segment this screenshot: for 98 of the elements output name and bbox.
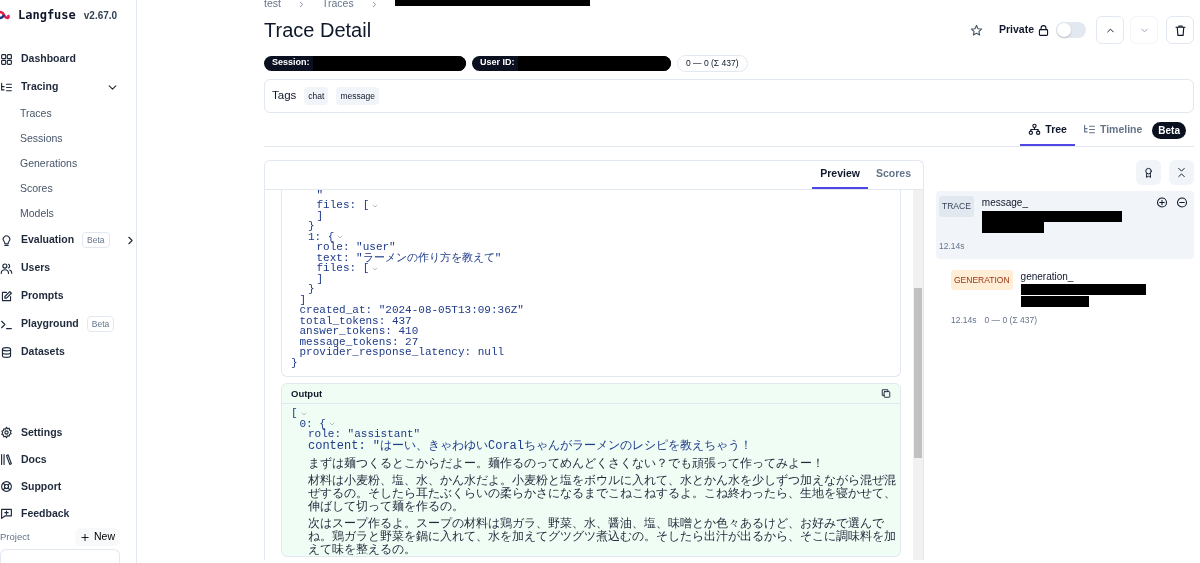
nav-link[interactable]: Evaluation — [21, 232, 75, 248]
beta-badge: Beta — [82, 231, 110, 249]
nav-link[interactable]: Users — [21, 260, 51, 276]
nav-link[interactable]: Tracing — [21, 79, 59, 95]
private-label: Private — [998, 22, 1034, 38]
observation-node[interactable]: GENERATION generation_ 12.14s 0 — 0 (Σ 437) — [948, 264, 1194, 333]
collapse-toggle-icon[interactable] — [336, 233, 345, 241]
code-line: content: "はーい、きゃわゆいCoralちゃんがラーメンのレシピを教えちゃう！ — [308, 440, 753, 452]
code-line: role: "user" — [316, 242, 396, 253]
duration-label: 12.14s — [939, 239, 965, 253]
nav-link[interactable]: Feedback — [21, 505, 70, 522]
nav-sublink[interactable]: Models — [0, 201, 136, 226]
breadcrumb-link[interactable]: Traces — [321, 0, 354, 12]
output-text: 材料は小麦粉、塩、水、かん水だよ。小麦粉と塩をボウルに入れて、水とかん水を少しずつ加えながら混ぜ混ぜするの。そしたら耳たぶくらいの柔らかさになるまでこねこねするよ。こね終わったら、生地を寝かせて、伸ばして切って麺を作るの。 — [307, 473, 896, 513]
nav-link[interactable]: Dashboard — [21, 51, 76, 67]
code-line: } — [308, 221, 315, 232]
version-label: v2.67.0 — [83, 8, 118, 23]
code-line: ] — [299, 294, 307, 306]
score-button[interactable] — [1136, 159, 1161, 185]
node-name: generation_ — [1020, 270, 1074, 282]
duration-label: 12.14s — [951, 313, 977, 327]
user-id-badge[interactable]: User ID: — [472, 55, 671, 71]
output-text: まずは麺つくるとこからだよー。麺作るのってめんどくさくない？でも頑張って作ってみよー！ — [307, 456, 825, 470]
users-icon — [0, 261, 13, 275]
code-line: answer_tokens: 410 — [299, 326, 419, 337]
nav-link[interactable]: Settings — [21, 424, 63, 441]
beta-badge: Beta — [1152, 122, 1186, 140]
private-toggle[interactable] — [1056, 22, 1086, 38]
detail-tab[interactable]: Preview — [812, 160, 868, 189]
new-project-button[interactable]: New — [75, 528, 120, 546]
beta-badge: Beta — [86, 315, 115, 333]
output-text: 次はスープ作るよ。スープの材料は鶏ガラ、野菜、水、醤油、塩、味噌とか色々あるけど、お好みで選んでね。鶏ガラと野菜を鍋に入れて、水を加えてグツグツ煮込むの。そしたら出汁が出るから、そこに調味料を加えて味を整えるの。 — [307, 516, 896, 556]
nav-link[interactable]: Datasets — [21, 344, 65, 360]
nav-link[interactable]: Docs — [21, 451, 47, 468]
tags-label: Tags — [272, 88, 297, 104]
collapse-all-button[interactable] — [1169, 159, 1194, 185]
brand-name: Langfuse — [18, 7, 76, 24]
star-icon[interactable] — [969, 23, 983, 37]
breadcrumb-link[interactable]: test — [264, 0, 281, 12]
code-line: } — [291, 357, 298, 369]
settings-icon — [0, 426, 13, 439]
previous-button[interactable] — [1096, 16, 1124, 44]
database-icon — [0, 345, 13, 359]
code-line: " — [316, 189, 324, 201]
pencil-icon — [0, 289, 13, 303]
list-icon — [0, 80, 13, 94]
project-label: Project — [0, 529, 30, 544]
nav-sublink[interactable]: Scores — [0, 176, 136, 201]
code-line: [ — [291, 408, 298, 419]
code-line: role: "assistant" — [308, 429, 421, 440]
code-line: ] — [316, 210, 324, 222]
usage-label: 0 — 0 (Σ 437) — [984, 313, 1038, 327]
dashboard-icon — [0, 52, 13, 66]
code-line: ] — [316, 273, 324, 285]
collapse-icon — [1176, 165, 1187, 179]
scrollbar[interactable] — [913, 189, 923, 560]
type-badge: GENERATION — [951, 269, 1013, 291]
code-line: created_at: "2024-08-05T13:09:36Z" — [299, 305, 524, 316]
code-line: files: [ — [316, 200, 370, 211]
detail-tab[interactable]: Scores — [867, 160, 919, 189]
delete-button[interactable] — [1166, 16, 1194, 44]
view-tab[interactable]: Timeline — [1074, 116, 1151, 146]
page-title: Trace Detail — [264, 18, 372, 42]
code-line: 1: { — [308, 231, 335, 243]
lifebuoy-icon — [0, 480, 13, 493]
nav-link[interactable]: Playground — [21, 316, 79, 332]
nav-sublink[interactable]: Generations — [0, 151, 136, 176]
lightbulb-icon — [0, 233, 13, 247]
nav-sublink[interactable]: Sessions — [0, 126, 136, 151]
code-line: message_tokens: 27 — [299, 336, 419, 348]
tag: chat — [304, 86, 329, 106]
project-select[interactable] — [0, 549, 120, 563]
code-line: provider_response_latency: null — [299, 347, 505, 358]
code-line: total_tokens: 437 — [299, 315, 412, 327]
books-icon — [0, 453, 13, 466]
tree-icon — [1028, 123, 1042, 137]
nav-sublink[interactable]: Traces — [0, 101, 136, 126]
view-tab[interactable]: Tree — [1020, 116, 1075, 146]
code-line: files: [ — [316, 263, 370, 274]
collapse-toggle-icon[interactable] — [327, 420, 336, 428]
copy-icon[interactable] — [881, 387, 891, 401]
trace-node[interactable]: TRACE message_ 12.14s — [936, 190, 1194, 259]
nav-link[interactable]: Support — [21, 478, 62, 495]
tag: message — [336, 86, 379, 106]
chat-plus-icon — [0, 507, 13, 520]
output-title: Output — [291, 386, 323, 401]
plus-circle-icon[interactable] — [1156, 195, 1168, 209]
code-line: text: "ラーメンの作り方を教えて" — [316, 252, 502, 264]
code-line: 0: { — [299, 418, 326, 430]
session-badge[interactable]: Session: — [264, 55, 466, 71]
nav-link[interactable]: Prompts — [21, 288, 64, 304]
node-name: message_ — [981, 196, 1028, 208]
type-badge: TRACE — [939, 195, 974, 217]
minus-circle-icon[interactable] — [1176, 195, 1188, 209]
lock-icon — [1037, 23, 1050, 37]
award-icon — [1143, 165, 1154, 179]
trash-icon — [1173, 23, 1187, 37]
code-line: } — [308, 284, 315, 295]
